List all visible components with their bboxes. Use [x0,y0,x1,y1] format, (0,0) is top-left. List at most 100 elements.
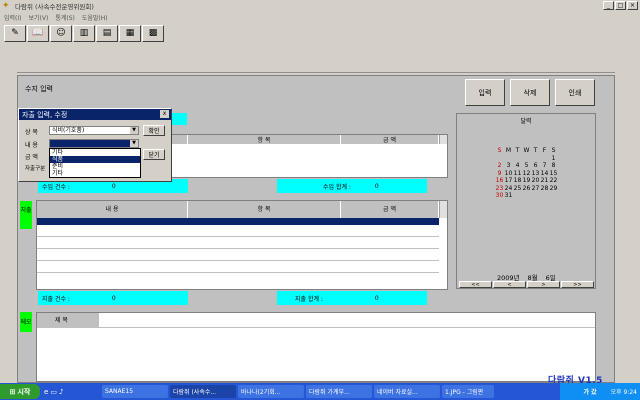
chart-icon[interactable]: ▥ [73,24,95,42]
menu-item-input[interactable]: 입력(I) [4,13,22,22]
task-item-active[interactable]: 다람쥐 (사속수... [170,385,236,398]
expense-count-label: 지출 건수 : [42,295,70,303]
calendar-day-cell[interactable]: 9 [495,170,504,178]
calendar-day-cell[interactable]: 4 [513,162,522,170]
edit-icon[interactable]: ✎ [4,24,26,42]
table-row[interactable] [37,249,439,261]
calendar-day-cell[interactable]: 24 [504,185,513,193]
page-label: 수지 입력 [25,85,53,93]
media-icon[interactable]: ♪ [59,388,63,396]
task-item[interactable]: SANAE15 [102,385,168,398]
calendar-day-cell[interactable]: 11 [513,170,522,178]
ime-indicator[interactable]: 가 갔 [583,387,596,396]
table-row[interactable] [37,237,439,249]
close-window-button[interactable]: × [627,1,638,10]
menu-item-view[interactable]: 보기(V) [29,13,49,22]
chevron-down-icon[interactable]: ▼ [130,127,138,134]
system-tray: 가 갔 오후 9:24 [560,383,640,400]
calculator-icon[interactable]: ▩ [142,24,164,42]
expense-count-value: 0 [111,294,116,302]
dialog-close-icon[interactable]: x [160,110,169,118]
delete-button[interactable]: 삭제 [510,79,550,106]
task-item[interactable]: 바나나(2기회... [238,385,304,398]
title-bar: ✦ 다람쥐 (사속수전운영위원회) _ □ × [0,0,640,12]
menu-item-help[interactable]: 도움말(H) [82,13,108,22]
calendar-day-cell[interactable]: 30 [495,192,504,200]
expense-count: 지출 건수 : 0 [38,291,188,305]
calendar-day-cell[interactable]: 10 [504,170,513,178]
print-button[interactable]: 인쇄 [555,79,595,106]
chevron-down-icon[interactable]: ▼ [130,140,138,147]
clock: 오후 9:24 [610,389,637,396]
type-select[interactable]: 식비(기호품) ▼ [49,126,139,135]
calendar-day-cell[interactable]: 14 [540,170,549,178]
task-item[interactable]: 네이버 자료실... [374,385,440,398]
calendar-day-cell[interactable]: 5 [522,162,531,170]
calendar-day-cell[interactable]: 1 [549,155,558,163]
expense-scrollbar[interactable] [439,201,447,218]
next-month-button[interactable]: > [527,281,560,288]
content-dropdown-list[interactable]: 기타 식품 준비 기타 [49,148,141,178]
table-row[interactable] [37,261,439,273]
calendar-day-cell[interactable]: 18 [513,177,522,185]
desktop-icon[interactable]: ▭ [50,388,57,396]
task-item[interactable]: 1.JPG - 그림판 [442,385,494,398]
calendar-day-cell[interactable]: 29 [549,185,558,193]
calendar-day-cell[interactable]: 21 [540,177,549,185]
list-item[interactable]: 기타 [50,149,140,156]
memo-area[interactable]: 제 목 [36,312,596,382]
calendar-day-cell[interactable]: 27 [531,185,540,193]
document-icon[interactable]: ▤ [96,24,118,42]
dialog-content-label: 내 용 [25,142,38,149]
calendar-day-cell[interactable]: 28 [540,185,549,193]
browser-icon[interactable]: e [44,388,48,396]
next-year-button[interactable]: >> [561,281,594,288]
maximize-button[interactable]: □ [615,1,626,10]
confirm-button[interactable]: 확인 [143,125,165,136]
calendar-day-cell[interactable]: 17 [504,177,513,185]
table-row[interactable] [37,225,439,237]
calendar-day-cell [531,155,540,163]
close-dialog-button[interactable]: 닫기 [143,149,165,160]
calendar-day-cell[interactable]: 15 [549,170,558,178]
prev-month-button[interactable]: < [493,281,526,288]
menu-item-stats[interactable]: 통계(S) [55,13,75,22]
prev-year-button[interactable]: << [459,281,492,288]
report-icon[interactable]: ▦ [119,24,141,42]
calendar-day-cell[interactable]: 3 [504,162,513,170]
task-item[interactable]: 다람쥐 가계부... [306,385,372,398]
income-scrollbar[interactable] [439,135,447,144]
start-label: 시작 [17,387,31,396]
list-item[interactable]: 준비 [50,163,140,170]
calendar-day-cell[interactable]: 31 [504,192,513,200]
content-select[interactable]: ▼ [49,139,139,148]
weekday-label: M [505,147,512,154]
input-button[interactable]: 입력 [465,79,505,106]
user-icon[interactable]: ☺ [50,24,72,42]
expense-col-content: 내 용 [37,201,188,218]
list-item-selected[interactable]: 식품 [50,156,140,163]
list-item[interactable]: 기타 [50,170,140,177]
table-row-selected[interactable] [37,218,439,225]
window-title: 다람쥐 (사속수전운영위원회) [15,3,94,11]
calendar-day-cell[interactable]: 25 [513,185,522,193]
minimize-button[interactable]: _ [603,1,614,10]
calendar-day-cell[interactable]: 6 [531,162,540,170]
book-icon[interactable]: 📖 [27,24,49,42]
calendar-day-cell[interactable]: 19 [522,177,531,185]
memo-title-input[interactable] [99,313,595,327]
calendar-day-cell[interactable]: 7 [540,162,549,170]
calendar-day-cell[interactable]: 20 [531,177,540,185]
calendar-day-cell[interactable]: 13 [531,170,540,178]
calendar-day-cell[interactable]: 26 [522,185,531,193]
calendar-day-cell[interactable]: 23 [495,185,504,193]
calendar-day-cell [513,155,522,163]
calendar-day-cell[interactable]: 22 [549,177,558,185]
calendar-day-cell[interactable]: 8 [549,162,558,170]
start-button[interactable]: ⊞ 시작 [0,384,40,399]
income-count-label: 수입 건수 : [42,183,70,191]
calendar-day-cell[interactable]: 2 [495,162,504,170]
calendar-day-cell[interactable]: 16 [495,177,504,185]
calendar-day-cell[interactable]: 12 [522,170,531,178]
dialog-titlebar: 자출 입력, 수정 x [19,109,171,120]
